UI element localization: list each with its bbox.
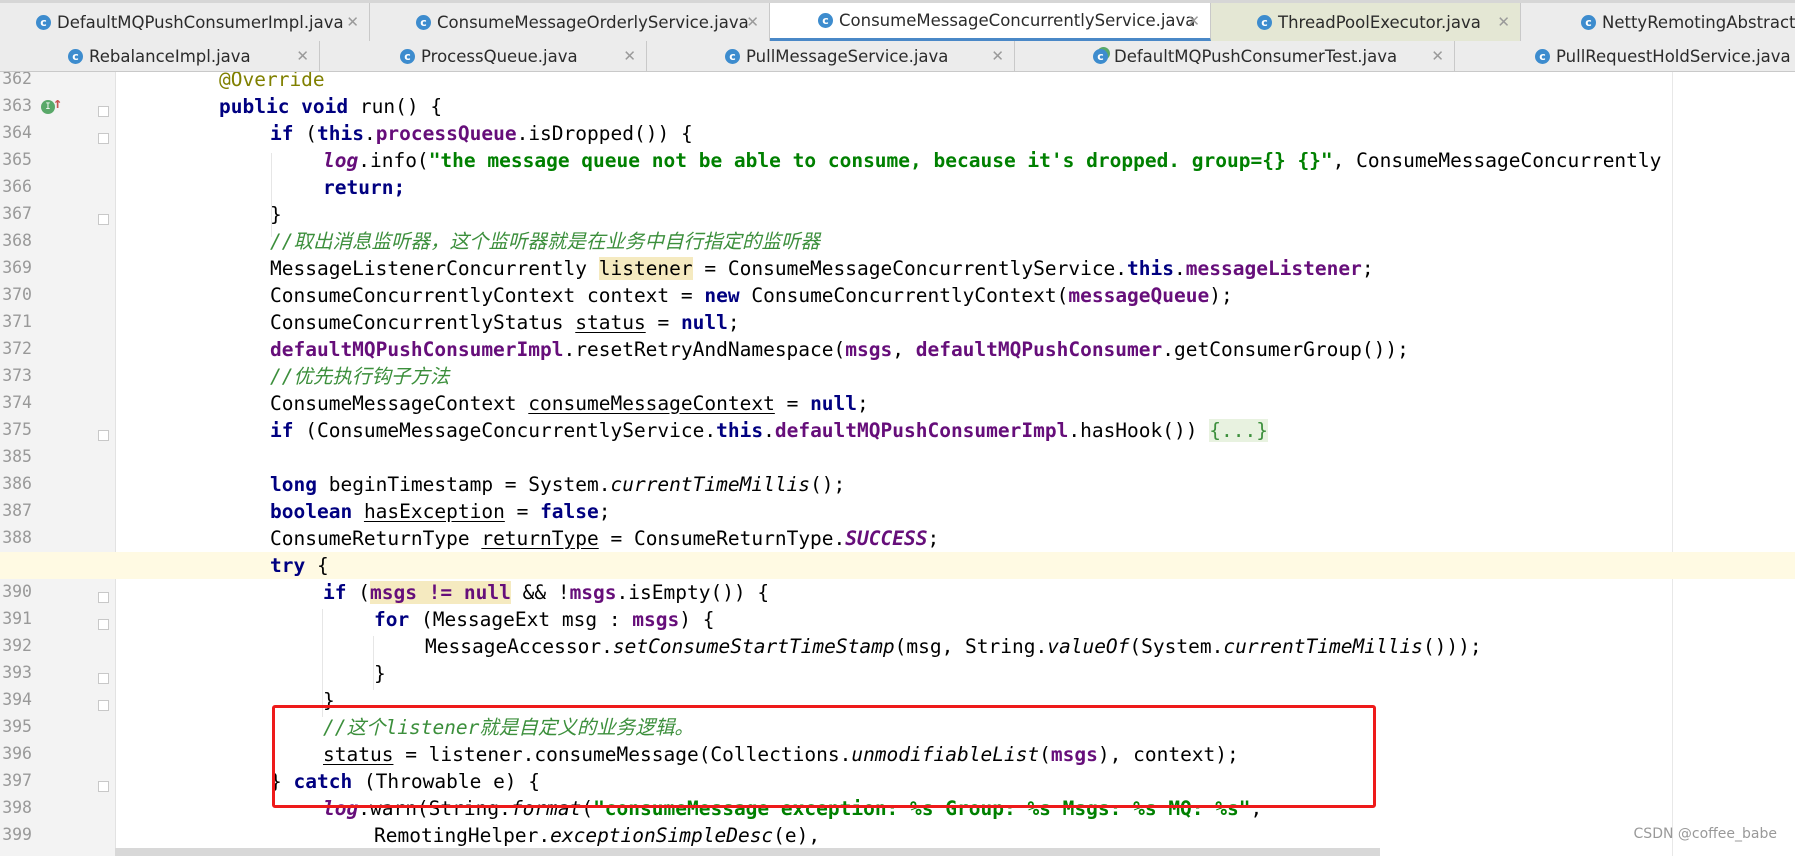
java-class-icon: c bbox=[725, 48, 740, 64]
close-tab-icon[interactable]: ✕ bbox=[623, 47, 636, 65]
java-class-icon: c bbox=[818, 13, 833, 28]
tab-label: ConsumeMessageConcurrentlyService.java bbox=[839, 11, 1196, 30]
horizontal-scrollbar[interactable] bbox=[115, 848, 1380, 856]
tab-rebalance-impl[interactable]: c RebalanceImpl.java ✕ bbox=[0, 41, 320, 71]
editor-tab-row-2: c RebalanceImpl.java ✕ c ProcessQueue.ja… bbox=[0, 41, 1795, 72]
code-line-387: boolean hasException = false; bbox=[270, 500, 611, 523]
close-tab-icon[interactable]: ✕ bbox=[346, 13, 359, 31]
folded-code-block[interactable]: {...} bbox=[1209, 419, 1268, 442]
tab-netty-remoting-abstract[interactable]: c NettyRemotingAbstract.java bbox=[1521, 3, 1795, 41]
tab-pull-request-hold-service[interactable]: c PullRequestHoldService.java bbox=[1455, 41, 1795, 71]
tab-process-queue[interactable]: c ProcessQueue.java ✕ bbox=[320, 41, 647, 71]
close-tab-icon[interactable]: ✕ bbox=[746, 13, 759, 31]
tab-default-mq-push-consumer-impl[interactable]: c DefaultMQPushConsumerImpl.java ✕ bbox=[0, 3, 370, 41]
tab-thread-pool-executor[interactable]: c ThreadPoolExecutor.java ✕ bbox=[1211, 3, 1521, 41]
code-line-365: log.info("the message queue not be able … bbox=[323, 149, 1662, 172]
code-line-393: } bbox=[374, 662, 386, 685]
tab-label: NettyRemotingAbstract.java bbox=[1602, 12, 1795, 32]
line-number: 385 bbox=[2, 447, 32, 466]
tab-consume-message-concurrently-service[interactable]: c ConsumeMessageConcurrentlyService.java… bbox=[770, 3, 1211, 41]
java-class-icon: c bbox=[400, 48, 415, 64]
code-line-388: ConsumeReturnType returnType = ConsumeRe… bbox=[270, 527, 940, 550]
code-line-386: long beginTimestamp = System.currentTime… bbox=[270, 473, 846, 496]
code-line-374: ConsumeMessageContext consumeMessageCont… bbox=[270, 392, 869, 415]
java-class-icon: c bbox=[1581, 14, 1596, 30]
code-line-392: MessageAccessor.setConsumeStartTimeStamp… bbox=[425, 635, 1482, 658]
code-line-367: } bbox=[270, 203, 282, 226]
code-line-389-current: try { bbox=[0, 552, 1795, 579]
java-class-icon: c bbox=[1257, 14, 1272, 30]
tab-pull-message-service[interactable]: c PullMessageService.java ✕ bbox=[647, 41, 1015, 71]
code-line-372: defaultMQPushConsumerImpl.resetRetryAndN… bbox=[270, 338, 1409, 361]
close-tab-icon[interactable]: ✕ bbox=[1431, 47, 1444, 65]
tab-label: ProcessQueue.java bbox=[421, 46, 578, 66]
highlight-annotation-box bbox=[272, 705, 1376, 808]
tab-label: ConsumeMessageOrderlyService.java bbox=[437, 12, 749, 32]
code-line-362: @Override bbox=[219, 72, 325, 91]
close-tab-icon[interactable]: ✕ bbox=[991, 47, 1004, 65]
watermark: CSDN @coffee_babe bbox=[1633, 826, 1777, 842]
close-tab-icon[interactable]: ✕ bbox=[296, 47, 309, 65]
code-line-368: //取出消息监听器，这个监听器就是在业务中自行指定的监听器 bbox=[270, 230, 820, 253]
editor-tab-row-1: c DefaultMQPushConsumerImpl.java ✕ c Con… bbox=[0, 3, 1795, 42]
tab-label: RebalanceImpl.java bbox=[89, 46, 251, 66]
code-line-369: MessageListenerConcurrently listener = C… bbox=[270, 257, 1374, 280]
java-class-icon: c bbox=[1535, 48, 1550, 64]
tab-label: DefaultMQPushConsumerTest.java bbox=[1114, 46, 1398, 66]
tab-default-mq-push-consumer-test[interactable]: c DefaultMQPushConsumerTest.java ✕ bbox=[1015, 41, 1455, 71]
java-class-icon: c bbox=[68, 48, 83, 64]
tab-consume-message-orderly-service[interactable]: c ConsumeMessageOrderlyService.java ✕ bbox=[370, 3, 770, 41]
java-class-icon: c bbox=[36, 14, 51, 30]
java-test-class-icon: c bbox=[1093, 48, 1108, 64]
code-line-391: for (MessageExt msg : msgs) { bbox=[374, 608, 715, 631]
code-line-364: if (this.processQueue.isDropped()) { bbox=[270, 122, 693, 145]
code-line-375: if (ConsumeMessageConcurrentlyService.th… bbox=[270, 419, 1268, 442]
code-line-399: RemotingHelper.exceptionSimpleDesc(e), bbox=[374, 824, 821, 847]
code-line-370: ConsumeConcurrentlyContext context = new… bbox=[270, 284, 1233, 307]
code-line-363: public void run() { bbox=[219, 95, 443, 118]
code-line-366: return; bbox=[323, 176, 406, 199]
tab-label: ThreadPoolExecutor.java bbox=[1278, 12, 1481, 32]
close-tab-icon[interactable]: ✕ bbox=[1497, 13, 1510, 31]
java-class-icon: c bbox=[416, 14, 431, 30]
tab-label: PullMessageService.java bbox=[746, 46, 949, 66]
tab-label: PullRequestHoldService.java bbox=[1556, 46, 1791, 66]
code-line-371: ConsumeConcurrentlyStatus status = null; bbox=[270, 311, 740, 334]
code-line-390: if (msgs != null && !msgs.isEmpty()) { bbox=[323, 581, 770, 604]
close-tab-icon[interactable]: ✕ bbox=[1187, 12, 1200, 30]
tab-label: DefaultMQPushConsumerImpl.java bbox=[57, 12, 344, 32]
code-line-373: //优先执行钩子方法 bbox=[270, 365, 450, 388]
